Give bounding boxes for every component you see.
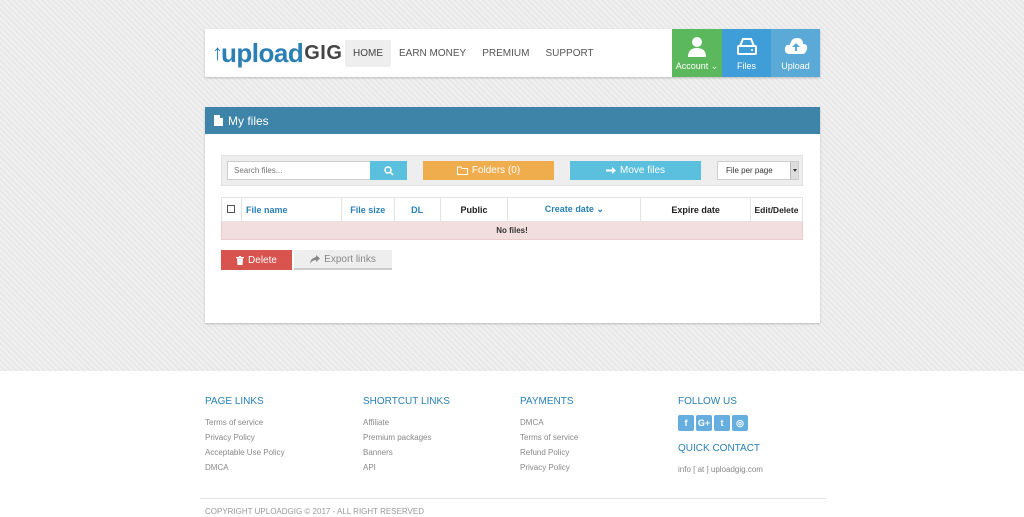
google-plus-icon[interactable]: G+ bbox=[696, 415, 712, 431]
panel-header: My files bbox=[205, 107, 820, 134]
footer-page-links: PAGE LINKS Terms of service Privacy Poli… bbox=[205, 396, 285, 475]
col-expire-date: Expire date bbox=[640, 197, 751, 222]
table-row: No files! bbox=[221, 221, 803, 240]
footer-link[interactable]: Affiliate bbox=[363, 415, 450, 430]
col-file-name[interactable]: File name bbox=[240, 197, 342, 222]
search-input[interactable] bbox=[227, 161, 371, 180]
cloud-upload-icon bbox=[771, 37, 820, 57]
folder-icon bbox=[456, 166, 468, 175]
footer-payments: PAYMENTS DMCA Terms of service Refund Po… bbox=[520, 396, 578, 475]
files-table: File name File size DL Public Create dat… bbox=[221, 197, 804, 240]
nav-earn-money[interactable]: EARN MONEY bbox=[391, 40, 474, 67]
search-button[interactable] bbox=[370, 161, 407, 180]
file-icon bbox=[214, 115, 223, 126]
hard-drive-icon bbox=[722, 37, 771, 57]
footer-follow-title: FOLLOW US bbox=[678, 396, 737, 407]
files-button[interactable]: Files bbox=[722, 29, 771, 77]
share-icon bbox=[310, 254, 321, 264]
upload-label: Upload bbox=[781, 61, 810, 71]
twitter-icon[interactable]: t bbox=[714, 415, 730, 431]
footer-link[interactable]: DMCA bbox=[205, 460, 285, 475]
footer-link[interactable]: Privacy Policy bbox=[520, 460, 578, 475]
copyright: COPYRIGHT UPLOADGIG © 2017 - ALL RIGHT R… bbox=[200, 498, 827, 516]
social-links: f G+ t ◎ bbox=[678, 415, 763, 431]
footer-link[interactable]: Terms of service bbox=[205, 415, 285, 430]
footer-payments-title: PAYMENTS bbox=[520, 396, 574, 407]
chevron-down-icon: ⌄ bbox=[596, 204, 604, 214]
panel-title: My files bbox=[228, 113, 269, 128]
account-tiles: Account ⌄ Files Upload bbox=[672, 29, 820, 77]
contact-email[interactable]: info [ at ] uploadgig.com bbox=[678, 462, 763, 477]
footer-link[interactable]: Terms of service bbox=[520, 430, 578, 445]
files-label: Files bbox=[736, 61, 756, 71]
nav-home[interactable]: HOME bbox=[345, 40, 391, 67]
main-nav: HOME EARN MONEY PREMIUM SUPPORT bbox=[345, 40, 602, 67]
instagram-icon[interactable]: ◎ bbox=[732, 415, 748, 431]
site-footer: PAGE LINKS Terms of service Privacy Poli… bbox=[0, 371, 1024, 517]
facebook-icon[interactable]: f bbox=[678, 415, 694, 431]
user-icon bbox=[672, 37, 722, 57]
account-label: Account bbox=[675, 61, 709, 71]
logo-upload-text: upload bbox=[221, 38, 304, 68]
account-button[interactable]: Account ⌄ bbox=[672, 29, 722, 77]
my-files-panel: My files Folders (0) Move files File per… bbox=[205, 107, 820, 323]
footer-link[interactable]: Banners bbox=[363, 445, 450, 460]
folders-label: Folders (0) bbox=[471, 165, 521, 176]
col-file-size[interactable]: File size bbox=[340, 197, 395, 222]
file-per-page-label: File per page bbox=[726, 166, 773, 175]
footer-shortcut-links: SHORTCUT LINKS Affiliate Premium package… bbox=[363, 396, 450, 475]
export-links-label: Export links bbox=[324, 253, 376, 265]
move-files-label: Move files bbox=[619, 165, 665, 176]
footer-follow: FOLLOW US f G+ t ◎ QUICK CONTACT info [ … bbox=[678, 396, 763, 477]
col-public: Public bbox=[439, 197, 509, 222]
site-header: ↑ upload GIG HOME EARN MONEY PREMIUM SUP… bbox=[205, 29, 820, 77]
logo-gig-text: GIG bbox=[304, 42, 343, 64]
folders-button[interactable]: Folders (0) bbox=[423, 161, 554, 180]
table-header-row: File name File size DL Public Create dat… bbox=[221, 197, 804, 222]
chevron-down-icon: ⌄ bbox=[710, 61, 719, 71]
upload-button[interactable]: Upload bbox=[771, 29, 820, 77]
quick-contact-title: QUICK CONTACT bbox=[678, 443, 761, 454]
export-links-button[interactable]: Export links bbox=[294, 250, 392, 270]
select-all-cell bbox=[221, 197, 242, 222]
nav-premium[interactable]: PREMIUM bbox=[474, 40, 537, 67]
footer-link[interactable]: Premium packages bbox=[363, 430, 450, 445]
col-dl[interactable]: DL bbox=[393, 197, 441, 222]
col-edit-delete: Edit/Delete bbox=[749, 197, 804, 222]
footer-shortcut-links-title: SHORTCUT LINKS bbox=[363, 396, 450, 407]
footer-link[interactable]: Acceptable Use Policy bbox=[205, 445, 285, 460]
search-icon bbox=[383, 165, 394, 176]
footer-link[interactable]: Refund Policy bbox=[520, 445, 578, 460]
delete-label: Delete bbox=[248, 254, 277, 266]
trash-icon bbox=[236, 255, 245, 265]
select-all-checkbox[interactable] bbox=[227, 204, 236, 213]
empty-message: No files! bbox=[221, 221, 803, 240]
col-create-date[interactable]: Create date ⌄ bbox=[507, 197, 642, 222]
footer-link[interactable]: Privacy Policy bbox=[205, 430, 285, 445]
nav-support[interactable]: SUPPORT bbox=[537, 40, 601, 67]
file-per-page-select[interactable]: File per page bbox=[717, 161, 799, 180]
create-date-label: Create date bbox=[544, 204, 594, 214]
file-toolbar: Folders (0) Move files File per page bbox=[221, 155, 803, 186]
footer-page-links-title: PAGE LINKS bbox=[205, 396, 264, 407]
move-files-button[interactable]: Move files bbox=[570, 161, 701, 180]
select-caret-icon bbox=[790, 162, 798, 179]
footer-link[interactable]: DMCA bbox=[520, 415, 578, 430]
footer-link[interactable]: API bbox=[363, 460, 450, 475]
delete-button[interactable]: Delete bbox=[221, 250, 292, 270]
arrow-right-icon bbox=[605, 167, 616, 174]
site-logo[interactable]: ↑ upload GIG bbox=[212, 39, 342, 67]
